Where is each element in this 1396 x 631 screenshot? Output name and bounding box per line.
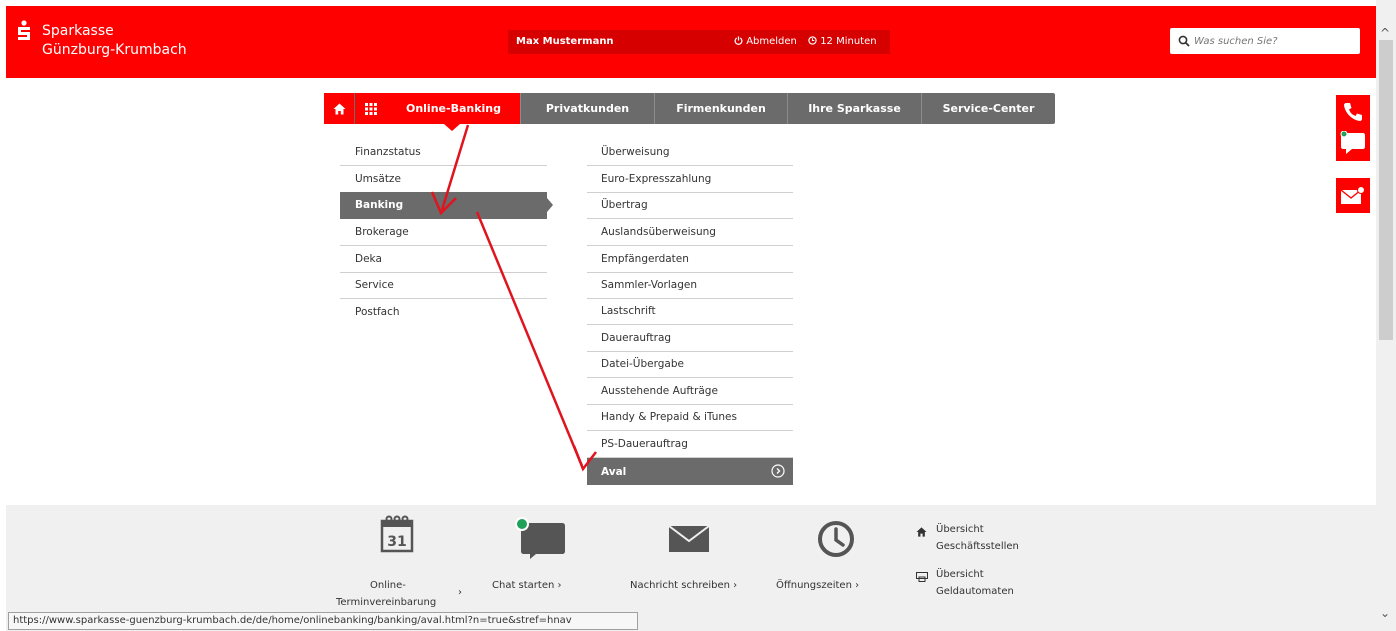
- user-name: Max Mustermann: [516, 36, 614, 47]
- calendar-day: 31: [387, 534, 406, 550]
- scroll-down-icon[interactable]: ⌄: [1380, 606, 1390, 620]
- appointment-chevron-icon[interactable]: ›: [458, 587, 462, 598]
- sparkasse-s-icon: [18, 20, 30, 40]
- browser-status-url: https://www.sparkasse-guenzburg-krumbach…: [8, 612, 638, 630]
- banking-item-handy-prepaid-itunes[interactable]: Handy & Prepaid & iTunes: [587, 404, 793, 431]
- brand-line-2: Günzburg-Krumbach: [42, 42, 187, 58]
- search-icon[interactable]: [1178, 35, 1190, 47]
- banking-item-lastschrift[interactable]: Lastschrift: [587, 298, 793, 325]
- clock-icon: [808, 36, 817, 45]
- site-header: Sparkasse Günzburg-Krumbach Max Musterma…: [6, 6, 1376, 78]
- atm-icon: [916, 572, 928, 582]
- brand-line-1: Sparkasse: [42, 23, 114, 39]
- banking-item-ps-dauerauftrag[interactable]: PS-Dauerauftrag: [587, 431, 793, 458]
- submenu-item-deka[interactable]: Deka: [340, 246, 547, 273]
- submenu-item-service[interactable]: Service: [340, 272, 547, 299]
- banking-item-datei-uebergabe[interactable]: Datei-Übergabe: [587, 351, 793, 378]
- home-small-icon: [916, 527, 927, 537]
- chat-icon[interactable]: [510, 517, 566, 559]
- message-write-label: Nachricht schreiben: [630, 580, 730, 591]
- banking-item-aval[interactable]: Aval: [587, 458, 793, 485]
- banking-item-uebertrag[interactable]: Übertrag: [587, 192, 793, 219]
- submenu-item-postfach[interactable]: Postfach: [340, 298, 547, 325]
- banking-item-empfaengerdaten[interactable]: Empfängerdaten: [587, 246, 793, 273]
- grid-icon: [364, 102, 377, 115]
- branches-line-2[interactable]: Geschäftsstellen: [936, 541, 1019, 552]
- banking-item-ausstehende-auftraege[interactable]: Ausstehende Aufträge: [587, 378, 793, 405]
- scroll-up-icon[interactable]: ^: [1380, 26, 1390, 40]
- session-timer: 12 Minuten: [808, 36, 877, 47]
- hours-chevron-icon: ›: [855, 580, 860, 591]
- timer-label: 12 Minuten: [820, 36, 877, 47]
- contact-tab-mail[interactable]: [1336, 178, 1370, 213]
- chat-start-label: Chat starten: [492, 580, 555, 591]
- banking-item-dauerauftrag[interactable]: Dauerauftrag: [587, 325, 793, 352]
- circle-chevron-right-icon: [771, 464, 785, 478]
- message-write-link[interactable]: Nachricht schreiben ›: [630, 580, 737, 591]
- banking-item-euro-expresszahlung[interactable]: Euro-Expresszahlung: [587, 166, 793, 193]
- chat-start-link[interactable]: Chat starten ›: [492, 580, 562, 591]
- atm-line-1[interactable]: Übersicht: [936, 569, 984, 580]
- scrollbar-thumb[interactable]: [1379, 40, 1393, 340]
- main-navigation: Online-Banking Privatkunden Firmenkunden…: [324, 93, 1055, 124]
- banking-item-ueberweisung[interactable]: Überweisung: [587, 139, 793, 166]
- apps-grid-button[interactable]: [355, 93, 386, 124]
- appointment-line-2[interactable]: Terminvereinbarung: [336, 597, 436, 608]
- banking-item-auslandsueberweisung[interactable]: Auslandsüberweisung: [587, 219, 793, 246]
- browser-page: Sparkasse Günzburg-Krumbach Max Musterma…: [0, 0, 1396, 631]
- branches-line-1[interactable]: Übersicht: [936, 524, 984, 535]
- nav-privatkunden[interactable]: Privatkunden: [520, 93, 654, 124]
- nav-firmenkunden[interactable]: Firmenkunden: [654, 93, 787, 124]
- banking-item-sammler-vorlagen[interactable]: Sammler-Vorlagen: [587, 272, 793, 299]
- logout-button[interactable]: Abmelden: [734, 36, 797, 47]
- mail-icon[interactable]: [1340, 186, 1366, 206]
- submenu-item-umsaetze[interactable]: Umsätze: [340, 166, 547, 193]
- user-bar: Max Mustermann Abmelden 12 Minuten: [508, 30, 890, 54]
- aval-label: Aval: [601, 465, 627, 478]
- submenu-item-finanzstatus[interactable]: Finanzstatus: [340, 139, 547, 166]
- chat-bubble-icon[interactable]: [1340, 131, 1366, 155]
- submenu-item-banking[interactable]: Banking: [340, 192, 547, 219]
- chat-chevron-icon: ›: [557, 580, 562, 591]
- contact-tab-phone-chat[interactable]: [1336, 95, 1370, 161]
- home-icon: [333, 103, 345, 114]
- submenu-item-brokerage[interactable]: Brokerage: [340, 219, 547, 246]
- nav-ihre-sparkasse[interactable]: Ihre Sparkasse: [787, 93, 921, 124]
- page-scrollbar[interactable]: ^ ⌄: [1376, 0, 1396, 631]
- opening-hours-label: Öffnungszeiten: [776, 580, 852, 591]
- logout-label: Abmelden: [746, 36, 797, 47]
- active-submenu-pointer: [547, 198, 553, 212]
- home-button[interactable]: [324, 93, 354, 124]
- search-input[interactable]: [1194, 32, 1354, 50]
- message-chevron-icon: ›: [733, 580, 738, 591]
- appointment-line-1[interactable]: Online-: [370, 580, 406, 591]
- clock-hours-icon[interactable]: [816, 519, 856, 559]
- envelope-icon[interactable]: [668, 525, 710, 553]
- search-box: [1170, 28, 1360, 54]
- nav-online-banking[interactable]: Online-Banking: [386, 93, 520, 124]
- power-icon: [734, 36, 743, 45]
- phone-icon[interactable]: [1342, 101, 1364, 123]
- calendar-icon[interactable]: 31: [380, 515, 414, 553]
- nav-service-center[interactable]: Service-Center: [921, 93, 1055, 124]
- active-nav-pointer: [444, 124, 460, 131]
- atm-line-2[interactable]: Geldautomaten: [936, 586, 1014, 597]
- opening-hours-link[interactable]: Öffnungszeiten ›: [776, 580, 859, 591]
